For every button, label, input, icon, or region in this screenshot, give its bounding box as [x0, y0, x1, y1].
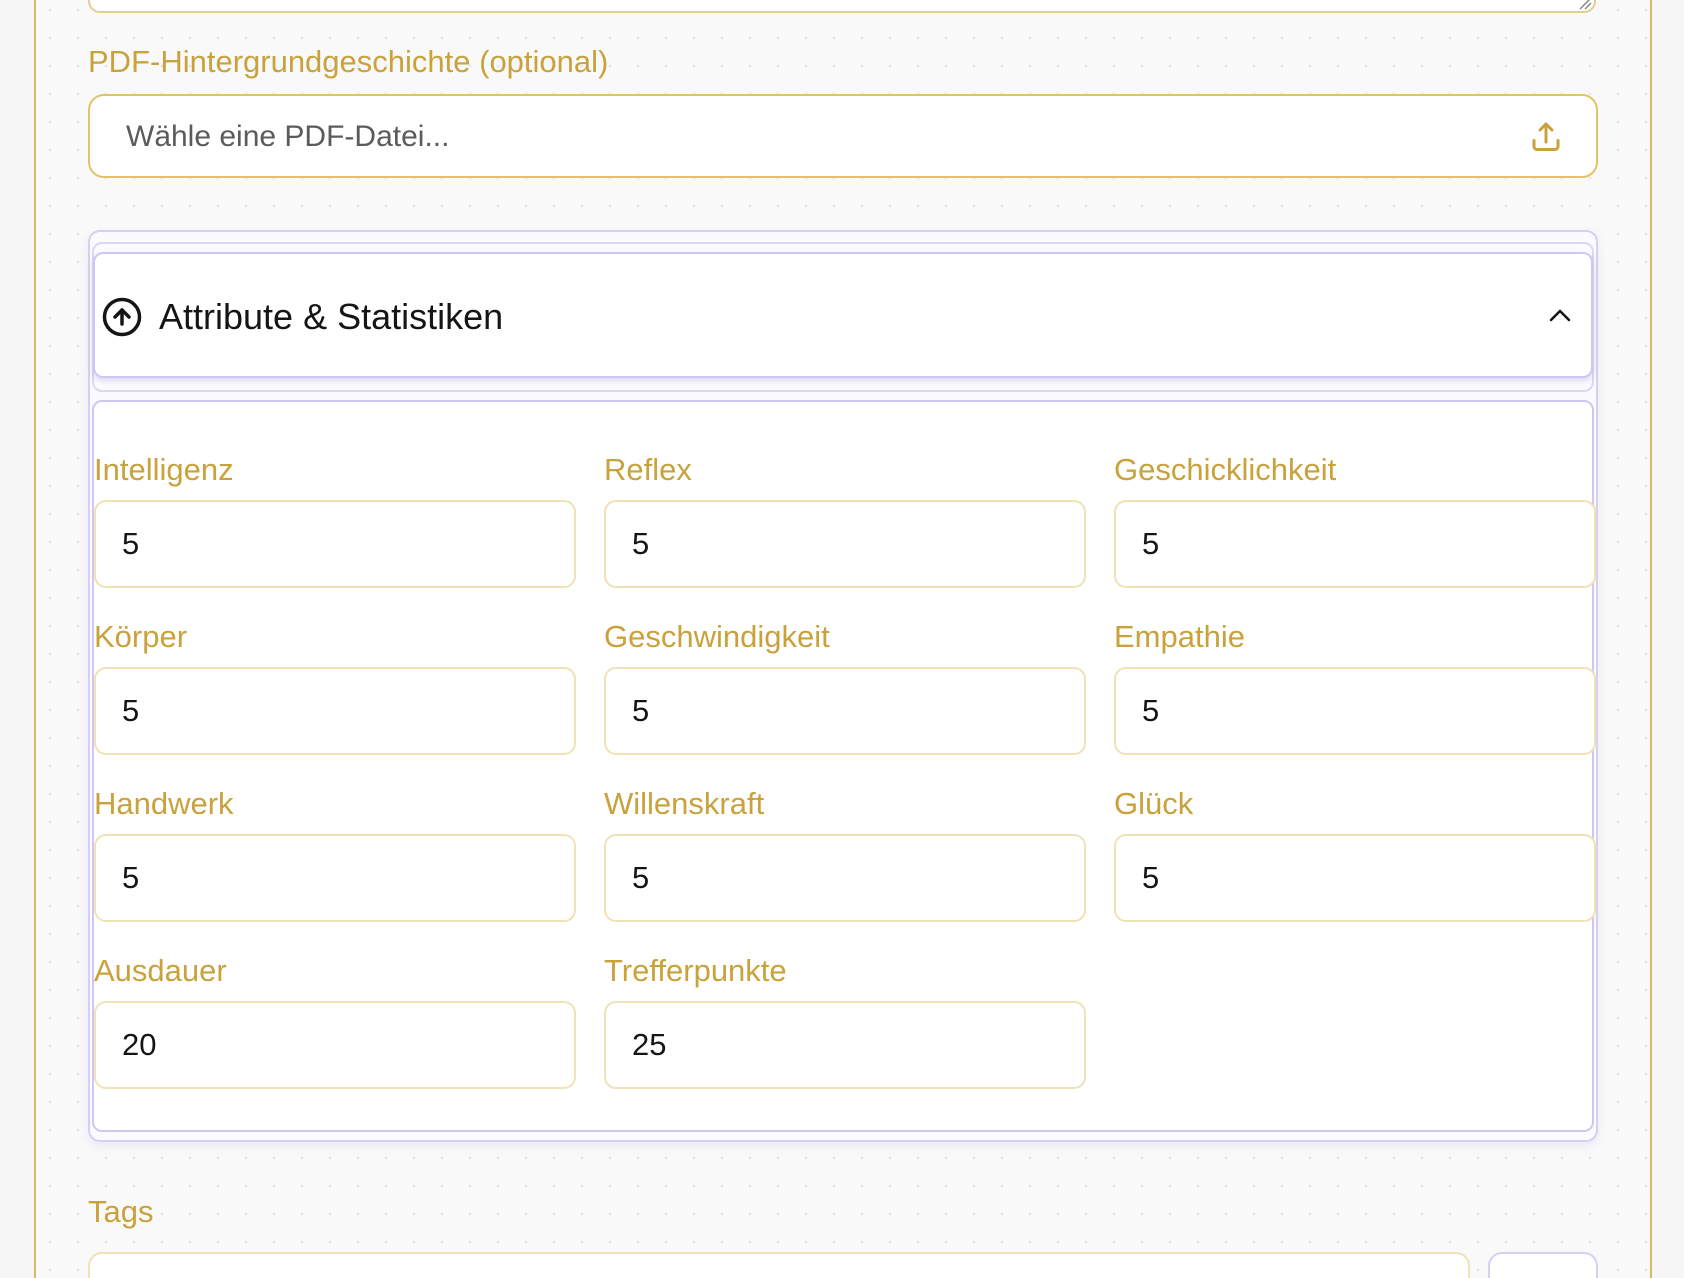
intelligenz-input[interactable] [94, 500, 576, 588]
attributes-accordion-toggle[interactable]: Attribute & Statistiken [93, 252, 1593, 378]
empathie-label: Empathie [1114, 619, 1245, 654]
attributes-grid: Intelligenz Reflex Geschicklichkeit Körp… [92, 400, 1596, 1132]
upload-icon[interactable] [1528, 118, 1564, 154]
koerper-input[interactable] [94, 667, 576, 755]
ausdauer-input[interactable] [94, 1001, 576, 1089]
willenskraft-label: Willenskraft [604, 786, 765, 821]
tags-label: Tags [88, 1194, 154, 1229]
willenskraft-input[interactable] [604, 834, 1086, 922]
ausdauer-label: Ausdauer [94, 953, 227, 988]
geschwindigkeit-input[interactable] [604, 667, 1086, 755]
geschicklichkeit-input[interactable] [1114, 500, 1596, 588]
glueck-input[interactable] [1114, 834, 1596, 922]
pdf-file-picker[interactable]: Wähle eine PDF-Datei... [88, 94, 1598, 178]
glueck-label: Glück [1114, 786, 1194, 821]
description-textarea[interactable] [88, 0, 1596, 13]
empathie-input[interactable] [1114, 667, 1596, 755]
trefferpunkte-input[interactable] [604, 1001, 1086, 1089]
tags-input[interactable] [88, 1252, 1470, 1278]
intelligenz-label: Intelligenz [94, 452, 234, 487]
geschwindigkeit-label: Geschwindigkeit [604, 619, 830, 654]
handwerk-input[interactable] [94, 834, 576, 922]
reflex-input[interactable] [604, 500, 1086, 588]
chevron-up-icon[interactable] [1547, 306, 1573, 324]
handwerk-label: Handwerk [94, 786, 234, 821]
attributes-section-title: Attribute & Statistiken [159, 296, 504, 337]
attributes-accordion: Attribute & Statistiken Intelligenz Refl… [88, 230, 1598, 1142]
trefferpunkte-label: Trefferpunkte [604, 953, 787, 988]
pdf-file-placeholder: Wähle eine PDF-Datei... [126, 120, 450, 153]
pdf-backstory-label: PDF-Hintergrundgeschichte (optional) [88, 44, 609, 79]
arrow-up-circle-icon [102, 297, 142, 337]
koerper-label: Körper [94, 619, 188, 654]
add-tag-button[interactable] [1488, 1252, 1598, 1278]
geschicklichkeit-label: Geschicklichkeit [1114, 452, 1337, 487]
resize-handle-icon[interactable] [1576, 0, 1592, 10]
reflex-label: Reflex [604, 452, 692, 487]
